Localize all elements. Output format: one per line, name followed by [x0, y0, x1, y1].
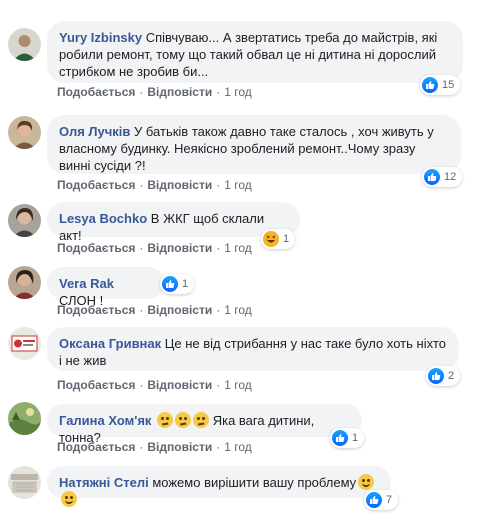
like-icon: [424, 169, 440, 185]
reaction-count: 12: [444, 171, 457, 183]
comment-time[interactable]: 1 год: [224, 85, 252, 99]
avatar[interactable]: [8, 466, 41, 499]
comment-text: можемо вирішити вашу проблему: [152, 475, 357, 490]
haha-icon: [263, 231, 279, 247]
thinking-emoji: [193, 412, 210, 428]
comment-actions: Подобається · Відповісти · 1 год: [57, 241, 252, 255]
smile-emoji: [358, 474, 375, 490]
like-button[interactable]: Подобається: [57, 378, 135, 392]
like-button[interactable]: Подобається: [57, 440, 135, 454]
comment-time[interactable]: 1 год: [224, 241, 252, 255]
comment-bubble: Галина Хом'як Яка вага дитини, тонна?: [47, 404, 362, 445]
reaction-count: 15: [442, 79, 455, 91]
comment-actions: Подобається · Відповісти · 1 год: [57, 303, 252, 317]
reply-button[interactable]: Відповісти: [147, 303, 212, 317]
comment-actions: Подобається · Відповісти · 1 год: [57, 440, 252, 454]
reaction-summary[interactable]: 1: [330, 428, 365, 448]
like-icon: [422, 77, 438, 93]
reaction-summary[interactable]: 15: [420, 75, 461, 95]
comment-author[interactable]: Yury Izbinsky: [59, 30, 142, 45]
reaction-count: 7: [386, 494, 393, 506]
avatar[interactable]: [8, 116, 41, 149]
comment-author[interactable]: Оксана Гривнак: [59, 336, 161, 351]
like-icon: [366, 492, 382, 508]
comment-time[interactable]: 1 год: [224, 378, 252, 392]
thinking-emoji: [157, 412, 174, 428]
comment-author[interactable]: Галина Хом'як: [59, 413, 151, 428]
comment-author[interactable]: Vera Rak: [59, 276, 114, 291]
comment-bubble: Vera Rak СЛОН !: [47, 267, 165, 308]
comment-author[interactable]: Натяжні Стелі: [59, 475, 149, 490]
comment-bubble: Оксана Гривнак Це не від стрибання у нас…: [47, 327, 459, 371]
like-button[interactable]: Подобається: [57, 85, 135, 99]
reaction-count: 2: [448, 370, 455, 382]
avatar[interactable]: [8, 28, 41, 61]
comment-bubble: Натяжні Стелі можемо вирішити вашу пробл…: [47, 466, 391, 507]
avatar[interactable]: [8, 204, 41, 237]
like-button[interactable]: Подобається: [57, 303, 135, 317]
comment-author[interactable]: Оля Лучків: [59, 124, 130, 139]
reply-button[interactable]: Відповісти: [147, 440, 212, 454]
reaction-summary[interactable]: 1: [261, 229, 296, 249]
reaction-summary[interactable]: 2: [426, 366, 461, 386]
comment-author[interactable]: Lesya Bochko: [59, 211, 147, 226]
comment-time[interactable]: 1 год: [224, 303, 252, 317]
comment-actions: Подобається · Відповісти · 1 год: [57, 378, 252, 392]
reaction-count: 1: [283, 233, 290, 245]
like-button[interactable]: Подобається: [57, 241, 135, 255]
smile-emoji: [61, 491, 77, 507]
comment-time[interactable]: 1 год: [224, 178, 252, 192]
comment-actions: Подобається · Відповісти · 1 год: [57, 85, 252, 99]
reaction-summary[interactable]: 12: [422, 167, 463, 187]
reply-button[interactable]: Відповісти: [147, 178, 212, 192]
comment-time[interactable]: 1 год: [224, 440, 252, 454]
thinking-emoji: [175, 412, 192, 428]
reply-button[interactable]: Відповісти: [147, 378, 212, 392]
avatar[interactable]: [8, 402, 41, 435]
like-icon: [428, 368, 444, 384]
avatar[interactable]: [8, 266, 41, 299]
comment-bubble: Оля Лучків У батьків також давно таке ст…: [47, 115, 461, 174]
like-icon: [162, 276, 178, 292]
comment-bubble: Yury Izbinsky Співчуваю... А звертатись …: [47, 21, 463, 83]
reaction-summary[interactable]: 7: [364, 490, 399, 510]
reaction-count: 1: [352, 432, 359, 444]
reply-button[interactable]: Відповісти: [147, 241, 212, 255]
reaction-summary[interactable]: 1: [160, 274, 195, 294]
reply-button[interactable]: Відповісти: [147, 85, 212, 99]
like-button[interactable]: Подобається: [57, 178, 135, 192]
avatar[interactable]: [8, 327, 41, 360]
like-icon: [332, 430, 348, 446]
reaction-count: 1: [182, 278, 189, 290]
comment-actions: Подобається · Відповісти · 1 год: [57, 178, 252, 192]
